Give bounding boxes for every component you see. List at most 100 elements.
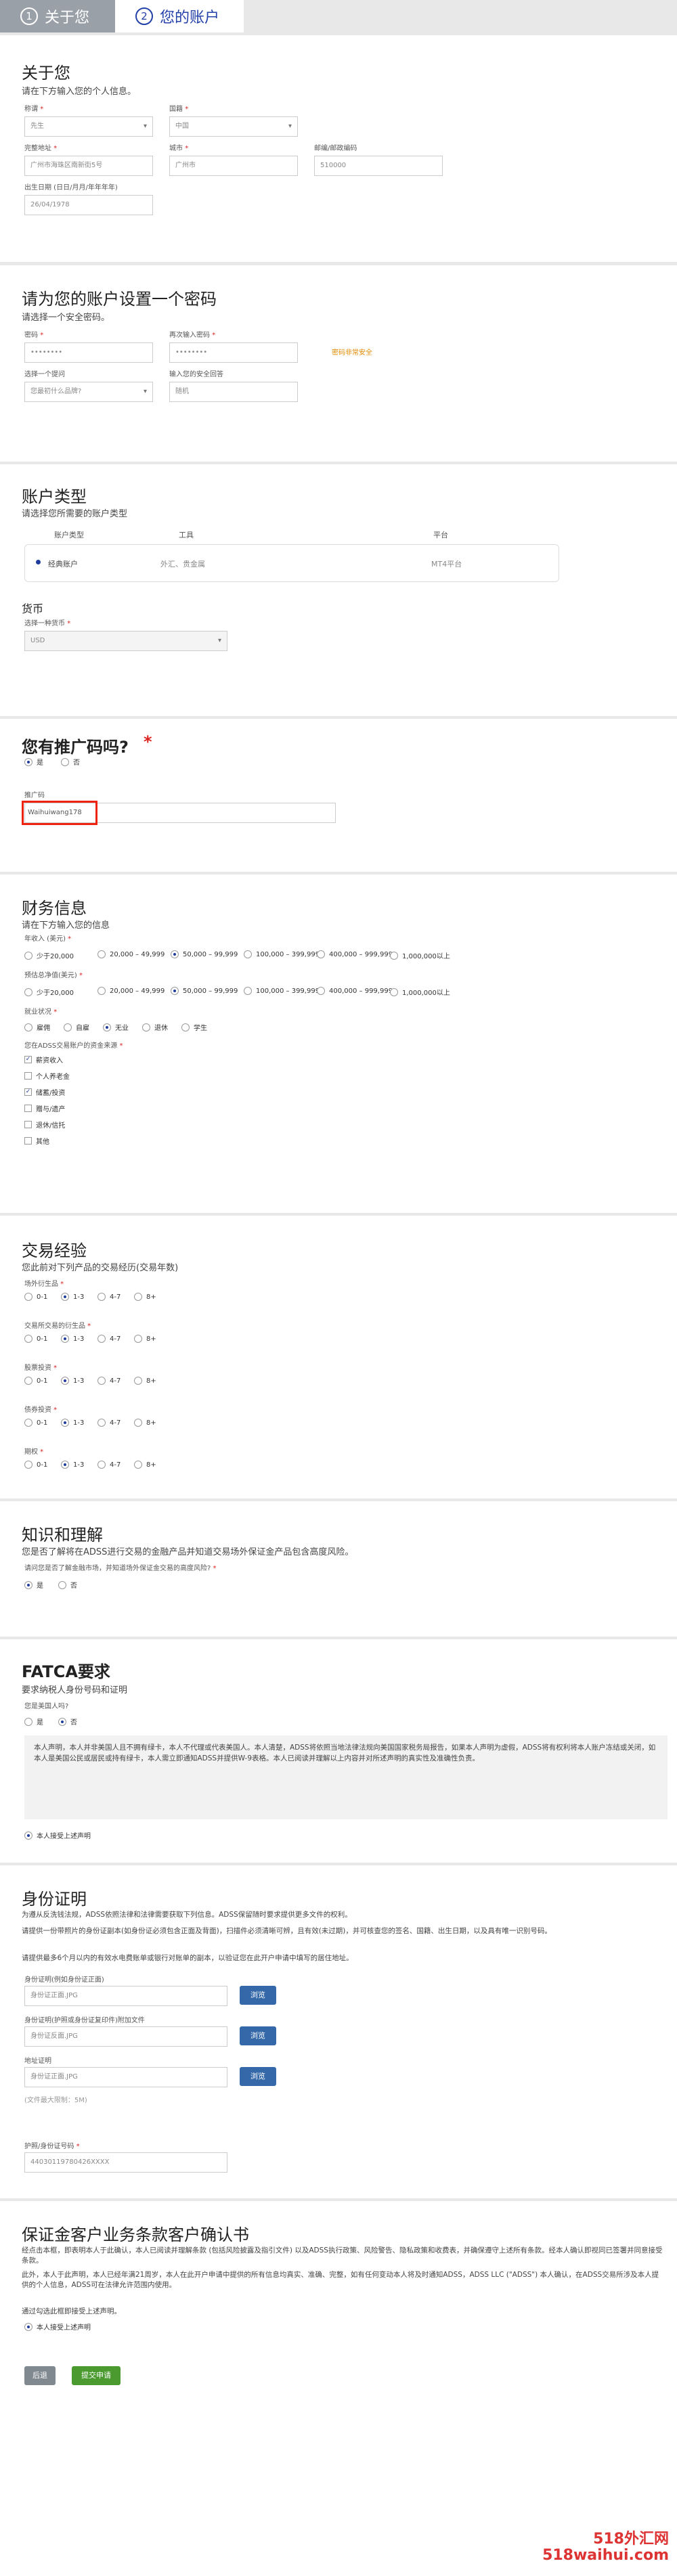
browse-button-1[interactable]: 浏览 (240, 1986, 276, 2005)
password-input[interactable]: •••••••• (24, 342, 153, 363)
trading-1-option-1[interactable]: 1-3 (61, 1335, 84, 1343)
fund-source-option-0[interactable]: ✓ 薪资收入 (24, 1054, 63, 1065)
password-strength: 密码非常安全 (332, 349, 372, 357)
country-select[interactable]: 中国 (169, 116, 298, 137)
assets-option-2[interactable]: 50,000 – 99,999 (171, 987, 238, 995)
trading-group-label: 期权 * (24, 1448, 44, 1456)
us-person-yes[interactable]: 是 (24, 1716, 43, 1727)
trading-4-option-1[interactable]: 1-3 (61, 1461, 84, 1469)
assets-option-0[interactable]: 少于20,000 (24, 987, 74, 997)
fund-source-option-2[interactable]: ✓ 储蓄/投资 (24, 1087, 65, 1097)
assets-option-3[interactable]: 100,000 – 399,999 (244, 987, 320, 995)
trading-2-option-3[interactable]: 8+ (134, 1377, 156, 1385)
trading-4-option-3[interactable]: 8+ (134, 1461, 156, 1469)
employment-option-4[interactable]: 学生 (181, 1022, 207, 1032)
id-front-file-input[interactable]: 身份证正面.JPG (24, 1986, 227, 2006)
trading-0-option-1[interactable]: 1-3 (61, 1293, 84, 1301)
employment-option-2[interactable]: 无业 (103, 1022, 129, 1032)
trading-0-option-0[interactable]: 0-1 (24, 1293, 47, 1301)
radio-icon (244, 987, 252, 995)
radio-icon (142, 1023, 150, 1031)
step-your-account[interactable]: 2 您的账户 (115, 0, 244, 32)
security-answer-input[interactable]: 随机 (169, 382, 298, 402)
back-button[interactable]: 后退 (24, 2366, 56, 2385)
assets-option-4[interactable]: 400,000 – 999,999 (317, 987, 393, 995)
step-about-you[interactable]: 1 关于您 (0, 0, 115, 32)
knowledge-section: 知识和理解 您是否了解将在ADSS进行交易的金融产品并知道交易场外保证金产品包含… (0, 1501, 677, 1637)
trading-3-option-1[interactable]: 1-3 (61, 1419, 84, 1427)
radio-icon (24, 1335, 32, 1343)
knowledge-no[interactable]: 否 (58, 1580, 77, 1590)
finance-section: 财务信息 请在下方输入您的信息 年收入 (美元) * 预估总净值(美元) * 就… (0, 874, 677, 1213)
employment-option-1[interactable]: 自雇 (64, 1022, 89, 1032)
us-person-no[interactable]: 否 (58, 1716, 77, 1727)
trading-2-option-1[interactable]: 1-3 (61, 1377, 84, 1385)
radio-icon (103, 1023, 111, 1031)
terms-accept[interactable]: 本人接受上述声明 (24, 2322, 91, 2332)
radio-icon (134, 1419, 142, 1427)
radio-icon (24, 1419, 32, 1427)
id-number-input[interactable]: 44030119780426XXXX (24, 2152, 227, 2173)
income-option-5[interactable]: 1,000,000以上 (390, 950, 450, 960)
fund-source-option-5[interactable]: 其他 (24, 1136, 49, 1146)
radio-icon (24, 1293, 32, 1301)
income-option-3[interactable]: 100,000 – 399,999 (244, 950, 320, 958)
zip-input[interactable]: 510000 (314, 156, 443, 176)
knowledge-yes[interactable]: 是 (24, 1580, 43, 1590)
browse-button-3[interactable]: 浏览 (240, 2067, 276, 2086)
confirmation-section: 保证金客户业务条款客户确认书 经点击本框，即表明本人于此确认，本人已阅读并理解条… (0, 2201, 677, 2576)
password-title: 请为您的账户设置一个密码 (22, 290, 217, 309)
radio-icon (390, 987, 398, 996)
trading-1-option-0[interactable]: 0-1 (24, 1335, 47, 1343)
income-option-4[interactable]: 400,000 – 999,999 (317, 950, 393, 958)
radio-icon (24, 1461, 32, 1469)
fatca-section: FATCA要求 要求纳税人身份号码和证明 您是美国人吗? 是 否 本人声明，本人… (0, 1639, 677, 1863)
address-input[interactable]: 广州市海珠区南新街5号 (24, 156, 153, 176)
trading-3-option-3[interactable]: 8+ (134, 1419, 156, 1427)
assets-option-5[interactable]: 1,000,000以上 (390, 987, 450, 997)
step-tabs: 1 关于您 2 您的账户 (0, 0, 244, 32)
referral-yes[interactable]: 是 (24, 757, 43, 767)
security-question-select[interactable]: 您最初什么品牌? (24, 382, 153, 402)
trading-3-option-2[interactable]: 4-7 (97, 1419, 121, 1427)
trading-1-option-3[interactable]: 8+ (134, 1335, 156, 1343)
income-option-1[interactable]: 20,000 – 49,999 (97, 950, 165, 958)
browse-button-2[interactable]: 浏览 (240, 2026, 276, 2045)
trading-4-option-2[interactable]: 4-7 (97, 1461, 121, 1469)
fatca-accept[interactable]: 本人接受上述声明 (24, 1830, 91, 1840)
trading-1-option-2[interactable]: 4-7 (97, 1335, 121, 1343)
dob-input[interactable]: 26/04/1978 (24, 195, 153, 215)
employment-option-3[interactable]: 退休 (142, 1022, 168, 1032)
income-option-2[interactable]: 50,000 – 99,999 (171, 950, 238, 958)
submit-button[interactable]: 提交申请 (72, 2366, 121, 2385)
trading-group-label: 场外衍生品 * (24, 1281, 64, 1288)
radio-icon (244, 950, 252, 958)
radio-icon (24, 1023, 32, 1031)
trading-2-option-0[interactable]: 0-1 (24, 1377, 47, 1385)
trading-0-option-2[interactable]: 4-7 (97, 1293, 121, 1301)
city-input[interactable]: 广州市 (169, 156, 298, 176)
trading-4-option-0[interactable]: 0-1 (24, 1461, 47, 1469)
checkbox-icon (24, 1137, 32, 1145)
about-section: 关于您 请在下方输入您的个人信息。 称谓 * 先生 国籍 * 中国 完整地址 *… (0, 35, 677, 262)
address-proof-file-input[interactable]: 身份证正面.JPG (24, 2067, 227, 2087)
referral-no[interactable]: 否 (61, 757, 80, 767)
fund-source-option-1[interactable]: 个人养老金 (24, 1071, 70, 1081)
fund-source-option-3[interactable]: 赠与/遗产 (24, 1103, 65, 1113)
trading-0-option-3[interactable]: 8+ (134, 1293, 156, 1301)
account-option-classic[interactable]: 经典账户 外汇、贵金属 MT4平台 (24, 544, 559, 582)
income-option-0[interactable]: 少于20,000 (24, 950, 74, 960)
assets-option-1[interactable]: 20,000 – 49,999 (97, 987, 165, 995)
title-select[interactable]: 先生 (24, 116, 153, 137)
password-confirm-input[interactable]: •••••••• (169, 342, 298, 363)
trading-2-option-2[interactable]: 4-7 (97, 1377, 121, 1385)
employment-option-0[interactable]: 雇佣 (24, 1022, 50, 1032)
id-back-file-input[interactable]: 身份证反面.JPG (24, 2026, 227, 2047)
radio-icon (24, 987, 32, 996)
radio-icon (97, 1461, 106, 1469)
radio-icon (134, 1377, 142, 1385)
currency-select[interactable]: USD (24, 631, 227, 651)
trading-3-option-0[interactable]: 0-1 (24, 1419, 47, 1427)
fund-source-option-4[interactable]: 退休/信托 (24, 1119, 65, 1130)
radio-icon (97, 1293, 106, 1301)
